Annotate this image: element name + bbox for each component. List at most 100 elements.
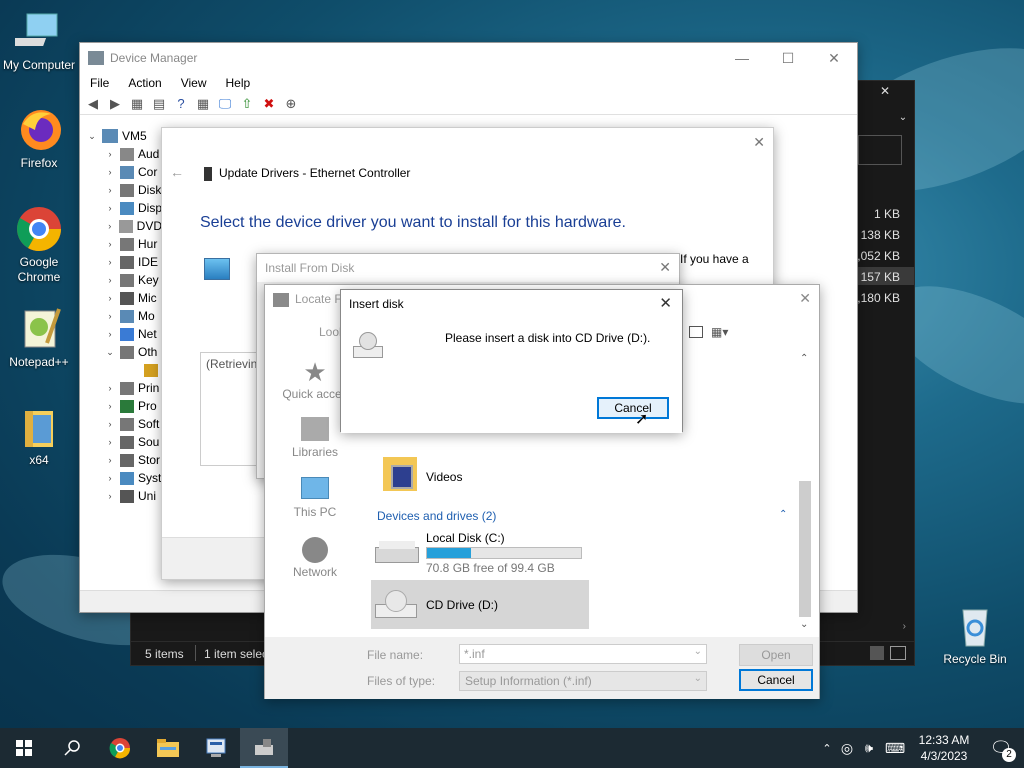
chevron-right-icon[interactable]: › xyxy=(104,149,116,159)
update-wizard-taskbar-icon[interactable] xyxy=(240,728,288,768)
nav-this-pc[interactable]: This PC xyxy=(277,477,353,519)
chevron-right-icon[interactable]: › xyxy=(104,221,115,231)
close-button[interactable]: ✕ xyxy=(659,259,671,276)
desktop-icon-firefox[interactable]: Firefox xyxy=(0,106,78,171)
nav-network[interactable]: Network xyxy=(277,537,353,579)
chevron-down-icon[interactable]: ⌄ xyxy=(104,347,116,358)
start-button[interactable] xyxy=(0,728,48,768)
monitor-icon[interactable]: 🖵 xyxy=(216,95,234,113)
local-disk-label[interactable]: Local Disk (C:) xyxy=(426,531,505,545)
tree-item[interactable] xyxy=(80,361,162,379)
uninstall-icon[interactable]: ✖ xyxy=(260,95,278,113)
tree-item[interactable]: › IDE xyxy=(80,253,162,271)
tree-item[interactable]: › Prin xyxy=(80,379,162,397)
tree-item[interactable]: › Sou xyxy=(80,433,162,451)
tree-item[interactable]: › Hur xyxy=(80,235,162,253)
scroll-right-icon[interactable]: › xyxy=(903,621,906,632)
chevron-right-icon[interactable]: › xyxy=(104,329,116,339)
scan-icon[interactable]: ⊕ xyxy=(282,95,300,113)
volume-icon[interactable]: 🕪 xyxy=(858,740,880,756)
desktop-icon-notepadpp[interactable]: Notepad++ xyxy=(0,305,78,370)
chevron-right-icon[interactable]: › xyxy=(104,293,116,303)
tree-item[interactable]: › Net xyxy=(80,325,162,343)
chrome-taskbar-icon[interactable] xyxy=(96,728,144,768)
close-button[interactable]: ✕ xyxy=(753,134,765,151)
search-box[interactable] xyxy=(858,135,902,165)
chevron-right-icon[interactable]: › xyxy=(104,239,116,249)
videos-item[interactable]: Videos xyxy=(426,470,462,484)
chevron-right-icon[interactable]: › xyxy=(104,203,116,213)
tree-item[interactable]: › Uni xyxy=(80,487,162,505)
scrollbar[interactable]: ⌃ ⌄ xyxy=(797,349,813,635)
chevron-down-icon[interactable]: ⌄ xyxy=(894,107,912,127)
details-view-icon[interactable] xyxy=(870,646,884,660)
file-type-select[interactable]: Setup Information (*.inf) ⌄ xyxy=(459,671,707,691)
tree-item[interactable]: › Mo xyxy=(80,307,162,325)
desktop-icon-my-computer[interactable]: My Computer xyxy=(0,8,78,73)
chevron-right-icon[interactable]: › xyxy=(104,401,116,411)
menu-help[interactable]: Help xyxy=(226,76,251,90)
scroll-thumb[interactable] xyxy=(799,481,811,617)
menu-view[interactable]: View xyxy=(181,76,207,90)
file-explorer-icon[interactable] xyxy=(144,728,192,768)
tree-item[interactable]: › DVD xyxy=(80,217,162,235)
desktop-icon-x64[interactable]: x64 xyxy=(0,403,78,468)
tree-item[interactable]: › Cor xyxy=(80,163,162,181)
close-button[interactable]: ✕ xyxy=(811,43,857,73)
tree-item[interactable]: › Mic xyxy=(80,289,162,307)
chevron-right-icon[interactable]: › xyxy=(104,383,116,393)
maximize-button[interactable]: ☐ xyxy=(765,43,811,73)
network-globe-icon[interactable]: ◎ xyxy=(836,740,858,757)
close-button[interactable]: ✕ xyxy=(659,294,672,312)
back-icon[interactable]: ◀ xyxy=(84,95,102,113)
clock[interactable]: 12:33 AM 4/3/2023 xyxy=(910,732,978,764)
update-driver-icon[interactable]: ⇧ xyxy=(238,95,256,113)
tree-item[interactable]: › Disk xyxy=(80,181,162,199)
forward-icon[interactable]: ▶ xyxy=(106,95,124,113)
chevron-right-icon[interactable]: › xyxy=(104,257,116,267)
desktop-icon-chrome[interactable]: Google Chrome xyxy=(0,205,78,285)
chevron-right-icon[interactable]: › xyxy=(104,437,116,447)
help-icon[interactable]: ? xyxy=(172,95,190,113)
properties-icon[interactable]: ▦ xyxy=(128,95,146,113)
tree-item[interactable]: › Pro xyxy=(80,397,162,415)
chevron-right-icon[interactable]: › xyxy=(104,167,116,177)
cancel-button[interactable]: Cancel xyxy=(597,397,669,419)
minimize-button[interactable]: — xyxy=(719,43,765,73)
device-manager-taskbar-icon[interactable] xyxy=(192,728,240,768)
desktop-icon-recycle-bin[interactable]: Recycle Bin xyxy=(936,602,1014,667)
chevron-right-icon[interactable]: › xyxy=(104,491,116,501)
tree-item[interactable]: › Syst xyxy=(80,469,162,487)
tree-root[interactable]: ⌄ VM5 xyxy=(80,127,160,145)
chevron-right-icon[interactable]: › xyxy=(104,185,116,195)
chevron-right-icon[interactable]: › xyxy=(104,455,116,465)
cancel-button[interactable]: Cancel xyxy=(739,669,813,691)
notifications-button[interactable]: 🗨 2 xyxy=(978,728,1024,768)
tree-item[interactable]: ⌄ Oth xyxy=(80,343,162,361)
back-arrow-icon[interactable]: ← xyxy=(170,164,184,180)
new-folder-icon[interactable] xyxy=(689,326,703,338)
menu-action[interactable]: Action xyxy=(128,76,161,90)
collapse-group-icon[interactable]: ⌃ xyxy=(779,509,787,520)
chevron-right-icon[interactable]: › xyxy=(104,419,116,429)
tree-item[interactable]: › Soft xyxy=(80,415,162,433)
tree-item[interactable]: › Aud xyxy=(80,145,162,163)
menu-file[interactable]: File xyxy=(90,76,109,90)
open-button[interactable]: Open xyxy=(739,644,813,666)
chevron-right-icon[interactable]: › xyxy=(104,473,116,483)
tree-item[interactable]: › Key xyxy=(80,271,162,289)
view-icon[interactable]: ▦ xyxy=(194,95,212,113)
scroll-down-icon[interactable]: ⌄ xyxy=(800,619,808,630)
list-icon[interactable]: ▤ xyxy=(150,95,168,113)
search-icon[interactable] xyxy=(48,728,96,768)
cd-drive-item[interactable]: CD Drive (D:) xyxy=(371,580,589,629)
close-icon[interactable]: ✕ xyxy=(856,81,914,101)
close-button[interactable]: ✕ xyxy=(799,290,811,307)
view-menu-icon[interactable]: ▦▾ xyxy=(711,325,728,339)
keyboard-icon[interactable]: ⌨ xyxy=(880,740,910,757)
chevron-right-icon[interactable]: › xyxy=(104,311,116,321)
file-name-input[interactable]: *.inf ⌄ xyxy=(459,644,707,664)
chevron-right-icon[interactable]: › xyxy=(104,275,116,285)
show-hidden-icons[interactable]: ⌃ xyxy=(818,742,836,755)
tree-item[interactable]: › Stor xyxy=(80,451,162,469)
